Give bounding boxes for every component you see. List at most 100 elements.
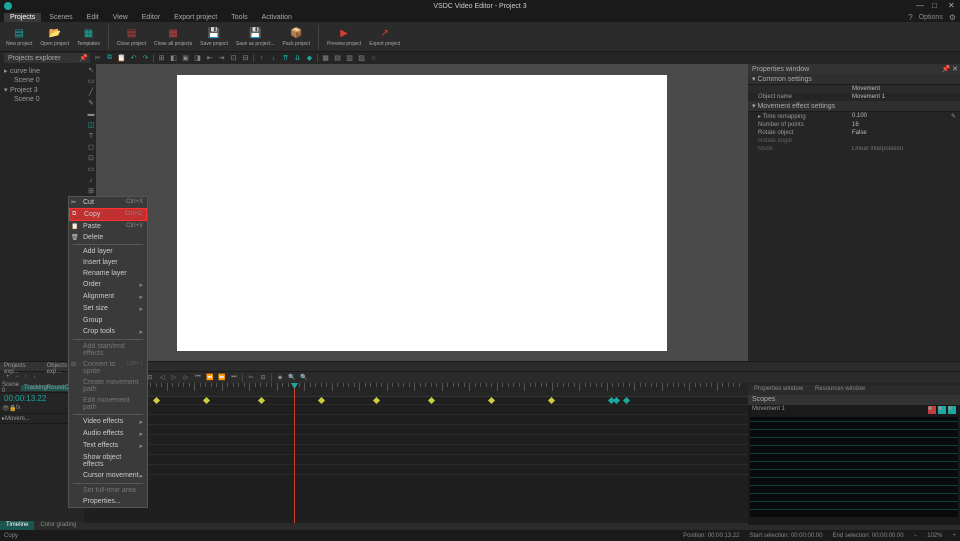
ctx-cursor-movement[interactable]: Cursor movement▸	[69, 470, 147, 482]
tb-btn-10[interactable]: ▦	[321, 54, 330, 63]
scope-teal2-icon[interactable]: ■	[948, 406, 956, 414]
marker-icon[interactable]: ◆	[276, 374, 284, 382]
tb-btn-8[interactable]: ⇊	[293, 54, 302, 63]
ctx-cut[interactable]: ✂CutCtrl+X	[69, 197, 147, 208]
prop-rotate-value[interactable]: False	[852, 130, 956, 136]
keyframe[interactable]	[153, 397, 160, 404]
tb-btn-6[interactable]: ↓	[269, 54, 278, 63]
maximize-button[interactable]: □	[932, 2, 940, 10]
pen-tool-icon[interactable]: ✎	[87, 99, 95, 107]
align-left-icon[interactable]: ◧	[169, 54, 178, 63]
tab-projects-exp[interactable]: Projects exp...	[0, 362, 43, 371]
keyframe[interactable]	[488, 397, 495, 404]
tree-item-curve-line[interactable]: ▸curve line	[2, 66, 84, 76]
scopes-dropdown[interactable]: Movement 1 ■ ■ ■	[748, 405, 960, 415]
tb-btn-4[interactable]: ⊟	[241, 54, 250, 63]
tb-btn-2[interactable]: ⇥	[217, 54, 226, 63]
zoom-out-small-icon[interactable]: −	[914, 533, 918, 539]
zoom-in-icon[interactable]: 🔍	[288, 374, 296, 382]
audio-tool-icon[interactable]: ♪	[87, 176, 95, 184]
line-tool-icon[interactable]: ╱	[87, 88, 95, 96]
tree-item-scene0-2[interactable]: Scene 0	[2, 95, 84, 104]
common-settings-section[interactable]: ▾ Common settings	[748, 74, 960, 85]
help-icon[interactable]: ?	[908, 13, 912, 22]
cut-icon[interactable]: ✂	[93, 54, 102, 63]
ctx-add-layer[interactable]: Add layer	[69, 246, 147, 257]
menu-activation[interactable]: Activation	[256, 13, 298, 22]
tooltip-tool-icon[interactable]: ◻	[87, 143, 95, 151]
options-link[interactable]: Options	[919, 14, 943, 21]
ctx-rename-layer[interactable]: Rename layer	[69, 268, 147, 279]
undo-icon[interactable]: ↶	[129, 54, 138, 63]
tree-item-project3[interactable]: ▾Project 3	[2, 85, 84, 95]
playhead[interactable]	[294, 383, 295, 523]
skip-back-icon[interactable]: ⏮	[194, 374, 202, 382]
align-right-icon[interactable]: ◨	[193, 54, 202, 63]
counter-tool-icon[interactable]: ⊡	[87, 154, 95, 162]
cursor-tool-icon[interactable]: ↖	[87, 66, 95, 74]
menu-export[interactable]: Export project	[168, 13, 223, 22]
keyframe[interactable]	[258, 397, 265, 404]
lock-icon[interactable]: 🔒	[9, 405, 16, 412]
scope-red-icon[interactable]: ■	[928, 406, 936, 414]
layer-down-icon[interactable]: ↓	[33, 374, 40, 381]
keyframe[interactable]	[548, 397, 555, 404]
redo-icon[interactable]: ↷	[141, 54, 150, 63]
ctx-show-object-effects[interactable]: Show object effects	[69, 452, 147, 470]
close-project-button[interactable]: ▤Close project	[115, 26, 148, 48]
grid-icon[interactable]: ⊞	[157, 54, 166, 63]
split-icon[interactable]: ⊟	[259, 374, 267, 382]
tb-btn-11[interactable]: ▤	[333, 54, 342, 63]
keyframe[interactable]	[203, 397, 210, 404]
keyframe[interactable]	[428, 397, 435, 404]
sprite-tool-icon[interactable]: ⊞	[87, 187, 95, 195]
prop-points-value[interactable]: 16	[852, 122, 956, 128]
properties-pin-icon[interactable]: 📌 ✕	[941, 65, 958, 73]
vis-icon[interactable]: 👁	[2, 405, 9, 412]
menu-editor[interactable]: Editor	[136, 13, 166, 22]
ctx-video-effects[interactable]: Video effects▸	[69, 416, 147, 428]
ctx-group[interactable]: Group	[69, 315, 147, 326]
video-tool-icon[interactable]: ▭	[87, 165, 95, 173]
ctx-set-size[interactable]: Set size▸	[69, 303, 147, 315]
tb-btn-12[interactable]: ▥	[345, 54, 354, 63]
menu-scenes[interactable]: Scenes	[43, 13, 78, 22]
fx-icon[interactable]: fx	[16, 405, 23, 412]
prop-time-remap-value[interactable]: 0.100	[852, 113, 951, 120]
preview-button[interactable]: ▶Preview project	[325, 26, 363, 48]
minimize-button[interactable]: —	[916, 2, 924, 10]
save-project-button[interactable]: 💾Save project	[198, 26, 230, 48]
tb-btn-7[interactable]: ⇈	[281, 54, 290, 63]
tab-color-grading[interactable]: Color grading	[34, 521, 82, 530]
zoom-in-small-icon[interactable]: +	[952, 533, 956, 539]
chart-tool-icon[interactable]: ◫	[87, 121, 95, 129]
keyframe[interactable]	[318, 397, 325, 404]
keyframe[interactable]	[623, 397, 630, 404]
tab-properties[interactable]: Properties window	[748, 385, 809, 395]
keyframe[interactable]	[613, 397, 620, 404]
shape-tool-icon[interactable]: ▬	[87, 110, 95, 118]
menu-projects[interactable]: Projects	[4, 13, 41, 22]
export-button[interactable]: ↗Export project	[367, 26, 402, 48]
forward-icon[interactable]: ⏩	[218, 374, 226, 382]
scope-teal1-icon[interactable]: ■	[938, 406, 946, 414]
prop-object-name-value[interactable]: Movement 1	[852, 94, 956, 100]
ctx-delete[interactable]: 🗑Delete	[69, 232, 147, 243]
menu-tools[interactable]: Tools	[225, 13, 253, 22]
open-project-button[interactable]: 📂Open project	[38, 26, 71, 48]
tb-btn-3[interactable]: ⊡	[229, 54, 238, 63]
gear-icon[interactable]: ⚙	[949, 13, 956, 22]
add-layer-icon[interactable]: +	[6, 374, 13, 381]
rewind-icon[interactable]: ⏪	[206, 374, 214, 382]
menu-view[interactable]: View	[107, 13, 134, 22]
tab-resources[interactable]: Resources window	[809, 385, 871, 395]
ctx-alignment[interactable]: Alignment▸	[69, 291, 147, 303]
explorer-pin-icon[interactable]: 📌	[79, 54, 88, 62]
copy-icon[interactable]: ⧉	[105, 54, 114, 63]
preview-canvas[interactable]	[177, 75, 667, 351]
prev-frame-icon[interactable]: ◁	[158, 374, 166, 382]
close-button[interactable]: ✕	[948, 2, 956, 10]
rect-tool-icon[interactable]: ▭	[87, 77, 95, 85]
ctx-paste[interactable]: 📋PasteCtrl+V	[69, 221, 147, 232]
ctx-insert-layer[interactable]: Insert layer	[69, 257, 147, 268]
